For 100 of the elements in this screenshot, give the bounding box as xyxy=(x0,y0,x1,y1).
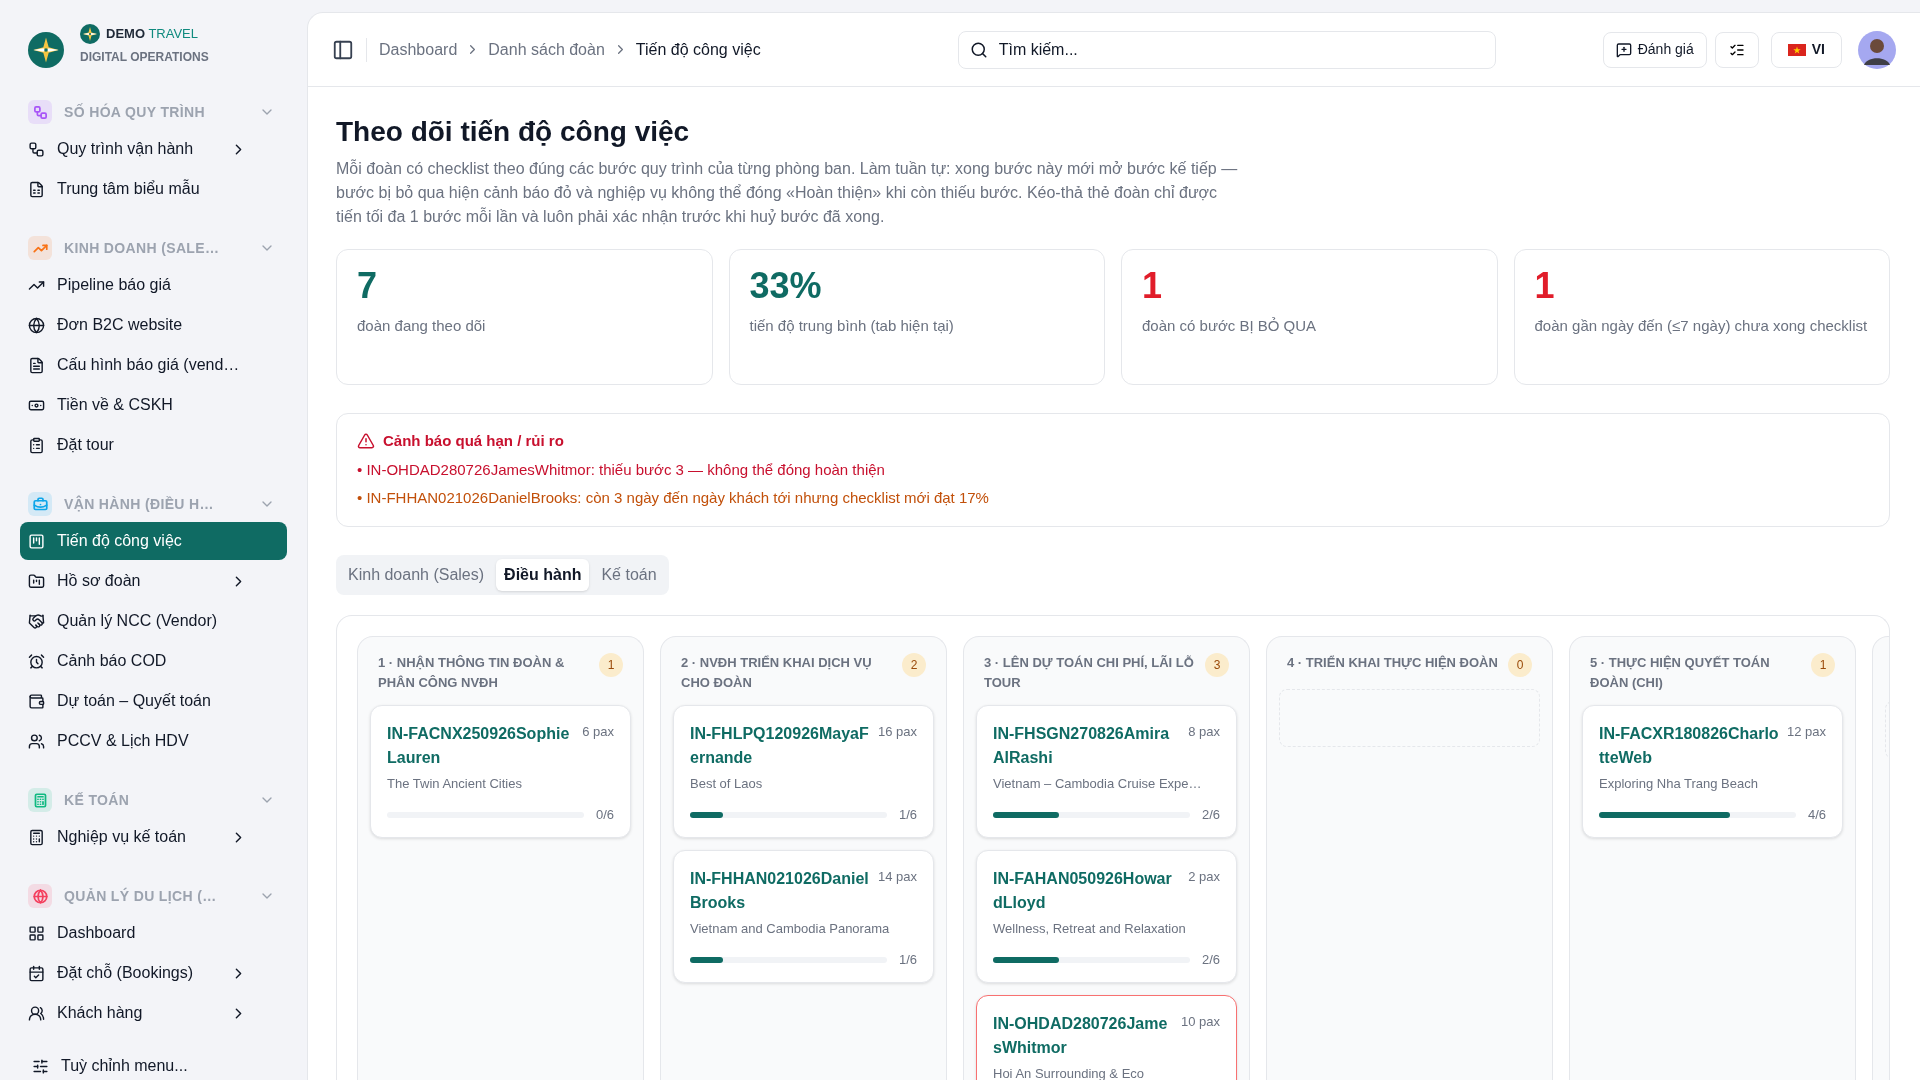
avatar[interactable] xyxy=(1858,30,1896,69)
feedback-label: Đánh giá xyxy=(1637,40,1694,59)
handshake-icon xyxy=(28,612,45,630)
breadcrumb-link[interactable]: Dashboard xyxy=(379,37,458,62)
stat-label: đoàn đang theo dõi xyxy=(357,316,487,336)
sidebar-item[interactable]: Đơn B2C website xyxy=(20,306,287,344)
pax-count: 12 pax xyxy=(1786,722,1826,741)
language-button[interactable]: VI xyxy=(1770,31,1842,68)
group-card[interactable]: IN-OHDAD280726JamesWhitmor 10 pax Hoi An Surrounding & Eco xyxy=(976,994,1237,1080)
department-tab[interactable]: Điều hành xyxy=(496,558,590,591)
sidebar-item[interactable]: Quản lý NCC (Vendor) xyxy=(20,602,287,640)
page-title: Theo dõi tiến độ công việc xyxy=(336,115,691,149)
group-card[interactable]: IN-FACNX250926SophieLauren 6 pax The Twin Ancient Cities 0/6 xyxy=(370,704,631,838)
column-count: 3 xyxy=(1205,652,1229,677)
sidebar-item[interactable]: Cảnh báo COD xyxy=(20,642,287,680)
tour-name: Best of Laos xyxy=(690,774,764,793)
column-count: 0 xyxy=(1508,652,1532,677)
sidebar-item-label: Quản lý NCC (Vendor) xyxy=(57,611,219,631)
sidebar-item-label: Hồ sơ đoàn xyxy=(57,571,142,591)
tour-name: Wellness, Retreat and Relaxation xyxy=(993,919,1187,938)
group-card[interactable]: IN-FAHAN050926HowardLloyd 2 pax Wellness, Retreat and Relaxation 2/6 xyxy=(976,849,1237,983)
sidebar-item-label: Cảnh báo COD xyxy=(57,651,168,671)
compass-logo-icon xyxy=(80,24,100,44)
warning-icon xyxy=(357,432,375,451)
pax-count: 2 pax xyxy=(1188,867,1220,886)
sidebar-item[interactable]: Đặt tour xyxy=(20,426,287,464)
group-card[interactable]: IN-FHSGN270826AmiraAlRashi 8 pax Vietnam – Cambodia Cruise Expe… 2/6 xyxy=(976,704,1237,838)
sidebar-item[interactable]: PCCV & Lịch HDV xyxy=(20,722,287,760)
sidebar-item[interactable]: Tiền về & CSKH xyxy=(20,386,287,424)
search-icon xyxy=(969,40,988,59)
column-count: 1 xyxy=(1811,652,1835,677)
sidebar-item-label: Dự toán – Quyết toán xyxy=(57,691,212,711)
sidebar-item[interactable]: Quy trình vận hành xyxy=(20,130,287,168)
alert-line: • IN-OHDAD280726JamesWhitmor: thiếu bước 3 — không thể đóng hoàn thiện xyxy=(357,459,886,480)
sidebar-item[interactable]: Khách hàng xyxy=(20,994,287,1032)
sidebar-toggle-icon[interactable] xyxy=(332,38,354,61)
sidebar-item-label: Trung tâm biểu mẫu xyxy=(57,178,201,199)
column-title: 5 · THỰC HIỆN QUYẾT TOÁN ĐOÀN (CHI) xyxy=(1590,653,1771,692)
stat-label: đoàn gần ngày đến (≤7 ngày) chưa xong checklist xyxy=(1534,316,1869,336)
sidebar-item-label: Nghiệp vụ kế toán xyxy=(57,827,187,847)
wallet-icon xyxy=(28,692,45,710)
group-card[interactable]: IN-FACXR180826CharlotteWeb 12 pax Exploring Nha Trang Beach 4/6 xyxy=(1582,704,1843,838)
sidebar-item-label: Đặt chỗ (Bookings) xyxy=(57,962,195,983)
sidebar-item-label: Đơn B2C website xyxy=(57,315,184,335)
column-title: 2 · NVĐH TRIỂN KHAI DỊCH VỤ CHO ĐOÀN xyxy=(681,653,873,692)
users-icon xyxy=(28,1004,45,1022)
group-code: IN-FHHAN021026DanielBrooks xyxy=(690,868,870,913)
group-card[interactable]: IN-FHLPQ120926MayaFernande 16 pax Best of Laos 1/6 xyxy=(673,704,934,838)
group-code: IN-FACNX250926SophieLauren xyxy=(387,723,571,768)
message-plus-icon xyxy=(1615,41,1632,58)
sidebar-item[interactable]: Hồ sơ đoàn xyxy=(20,562,287,600)
progress-count: 0/6 xyxy=(595,806,614,824)
sidebar-item-label: Tiền về & CSKH xyxy=(57,395,174,415)
sidebar-item-label: Tiến độ công việc xyxy=(57,531,183,551)
pax-count: 10 pax xyxy=(1180,1012,1220,1031)
brand-name: DEMO TRAVEL xyxy=(106,25,198,44)
sliders-icon xyxy=(32,1057,49,1075)
sidebar-item[interactable]: Dự toán – Quyết toán xyxy=(20,682,287,720)
breadcrumb-link[interactable]: Danh sách đoàn xyxy=(488,37,605,62)
column-title: 4 · TRIỂN KHAI THỰC HIỆN ĐOÀN xyxy=(1287,653,1499,672)
sidebar-item[interactable]: Pipeline báo giá xyxy=(20,266,287,304)
stat-value: 7 xyxy=(357,266,379,306)
column-title: 3 · LÊN DỰ TOÁN CHI PHÍ, LÃI LỖ TOUR xyxy=(984,653,1195,692)
group-code: IN-FHLPQ120926MayaFernande xyxy=(690,723,870,768)
alert-line: • IN-FHHAN021026DanielBrooks: còn 3 ngày đến ngày khách tới nhưng checklist mới đạt 17% xyxy=(357,488,990,508)
progress-count: 2/6 xyxy=(1201,806,1220,824)
sidebar-item[interactable]: Trung tâm biểu mẫu xyxy=(20,170,287,208)
page-description: Mỗi đoàn có checklist theo đúng các bước quy trình của từng phòng ban. Làm tuần tự: xong bước này mới mở bước kế tiếp — bước bị bỏ qua hiện cảnh báo đỏ và nghiệp vụ không thể đóng «Hoàn thiện» khi còn thiếu bước. Kéo-thả thẻ đoàn chỉ được tiến tối đa 1 bước mỗi lần và luôn phải xác nhận trước khi huỷ bước đã xong. xyxy=(336,158,1239,227)
pax-count: 8 pax xyxy=(1188,722,1220,741)
search-field[interactable]: Tìm kiếm... xyxy=(957,30,1496,69)
stat-label: tiến độ trung bình (tab hiện tại) xyxy=(749,316,955,336)
kanban-icon xyxy=(28,532,45,550)
customize-menu-button[interactable]: Tuỳ chỉnh menu... xyxy=(20,1048,287,1080)
alarm-clock-icon xyxy=(28,652,45,670)
tour-name: Vietnam – Cambodia Cruise Expe… xyxy=(993,774,1203,793)
workflow-icon xyxy=(28,140,45,158)
breadcrumb-link[interactable]: Tiến độ công việc xyxy=(635,37,761,62)
sidebar-item-label: Dashboard xyxy=(57,923,137,943)
document-icon xyxy=(28,356,45,374)
sidebar-item[interactable]: Nghiệp vụ kế toán xyxy=(20,818,287,856)
calculator-icon xyxy=(28,828,45,846)
grid-icon xyxy=(28,924,45,942)
department-tab[interactable]: Kinh doanh (Sales) xyxy=(340,558,493,591)
progress-count: 2/6 xyxy=(1201,951,1220,969)
sidebar-item[interactable]: Tiến độ công việc xyxy=(20,522,287,560)
group-code: IN-FACXR180826CharlotteWeb xyxy=(1599,723,1779,768)
calendar-check-icon xyxy=(28,964,45,982)
stat-value: 1 xyxy=(1142,266,1164,306)
column-count: 2 xyxy=(902,652,926,677)
group-card[interactable]: IN-FHHAN021026DanielBrooks 14 pax Vietnam and Cambodia Panorama 1/6 xyxy=(673,849,934,983)
group-code: IN-FAHAN050926HowardLloyd xyxy=(993,868,1173,913)
column-count: 1 xyxy=(599,652,623,677)
sidebar-item[interactable]: Đặt chỗ (Bookings) xyxy=(20,954,287,992)
sidebar-item[interactable]: Cấu hình báo giá (vend… xyxy=(20,346,287,384)
stat-value: 33% xyxy=(749,266,823,306)
feedback-button[interactable]: Đánh giá xyxy=(1602,31,1707,68)
checklist-button[interactable] xyxy=(1714,31,1759,68)
department-tab[interactable]: Kế toán xyxy=(593,558,665,591)
sidebar-item[interactable]: Dashboard xyxy=(20,914,287,952)
flag-icon xyxy=(1787,43,1806,56)
